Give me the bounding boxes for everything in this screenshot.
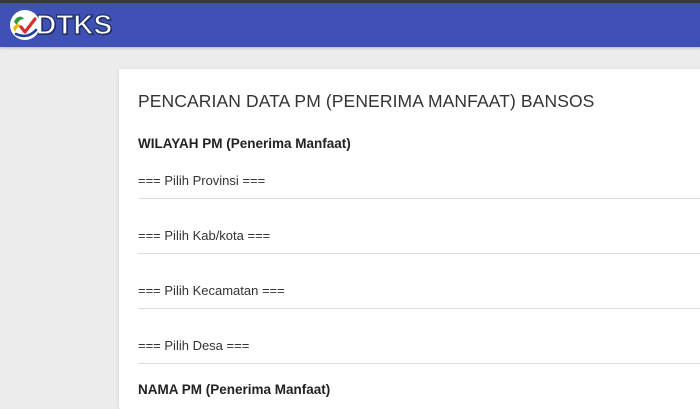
dtks-logo-icon xyxy=(10,10,40,40)
kecamatan-select-value: === Pilih Kecamatan === xyxy=(138,283,285,298)
logo-text: DTKS xyxy=(35,9,113,40)
kabkota-select-value: === Pilih Kab/kota === xyxy=(138,228,271,243)
kabkota-select[interactable]: === Pilih Kab/kota === xyxy=(138,225,700,254)
wilayah-section-label: WILAYAH PM (Penerima Manfaat) xyxy=(138,136,351,151)
provinsi-select-value: === Pilih Provinsi === xyxy=(138,173,266,188)
nama-section-label: NAMA PM (Penerima Manfaat) xyxy=(138,382,331,397)
desa-select-value: === Pilih Desa === xyxy=(138,338,250,353)
header-bar: DTKS xyxy=(0,3,700,47)
page-title: PENCARIAN DATA PM (PENERIMA MANFAAT) BAN… xyxy=(138,91,595,111)
dtks-logo[interactable]: DTKS xyxy=(10,8,113,42)
provinsi-select[interactable]: === Pilih Provinsi === xyxy=(138,170,700,199)
kecamatan-select[interactable]: === Pilih Kecamatan === xyxy=(138,280,700,309)
desa-select[interactable]: === Pilih Desa === xyxy=(138,335,700,364)
search-card: PENCARIAN DATA PM (PENERIMA MANFAAT) BAN… xyxy=(119,69,700,409)
